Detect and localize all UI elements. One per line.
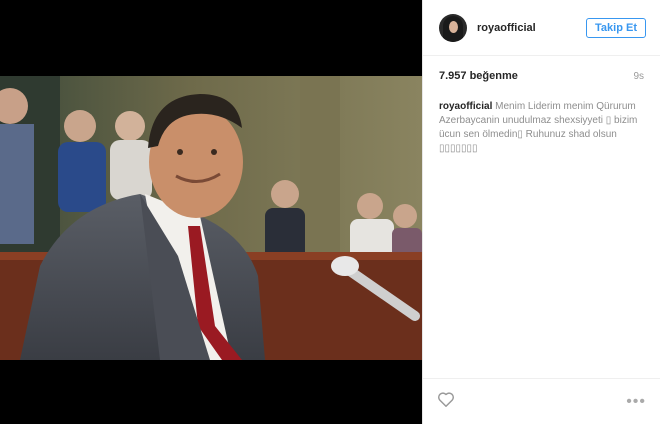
post-caption: royaofficial Menim Liderim menim Qürurum…: [423, 82, 660, 156]
post-time[interactable]: 9s: [633, 71, 644, 82]
likes-count[interactable]: 7.957 beğenme: [439, 70, 518, 82]
post-photo[interactable]: [0, 76, 422, 360]
avatar-face: [449, 20, 458, 33]
username-link[interactable]: royaofficial: [477, 22, 586, 34]
post-meta: 7.957 beğenme 9s: [423, 56, 660, 82]
post-actions: •••: [423, 378, 660, 424]
post-header: royaofficial Takip Et: [423, 0, 660, 56]
more-options-icon[interactable]: •••: [626, 393, 646, 411]
heart-outline-icon[interactable]: [437, 391, 455, 412]
post-details-panel: royaofficial Takip Et 7.957 beğenme 9s r…: [422, 0, 660, 424]
caption-username[interactable]: royaofficial: [439, 101, 492, 112]
media-pane: [0, 0, 422, 424]
follow-button[interactable]: Takip Et: [586, 17, 646, 38]
avatar[interactable]: [439, 13, 467, 42]
photo-illustration: [0, 76, 422, 360]
